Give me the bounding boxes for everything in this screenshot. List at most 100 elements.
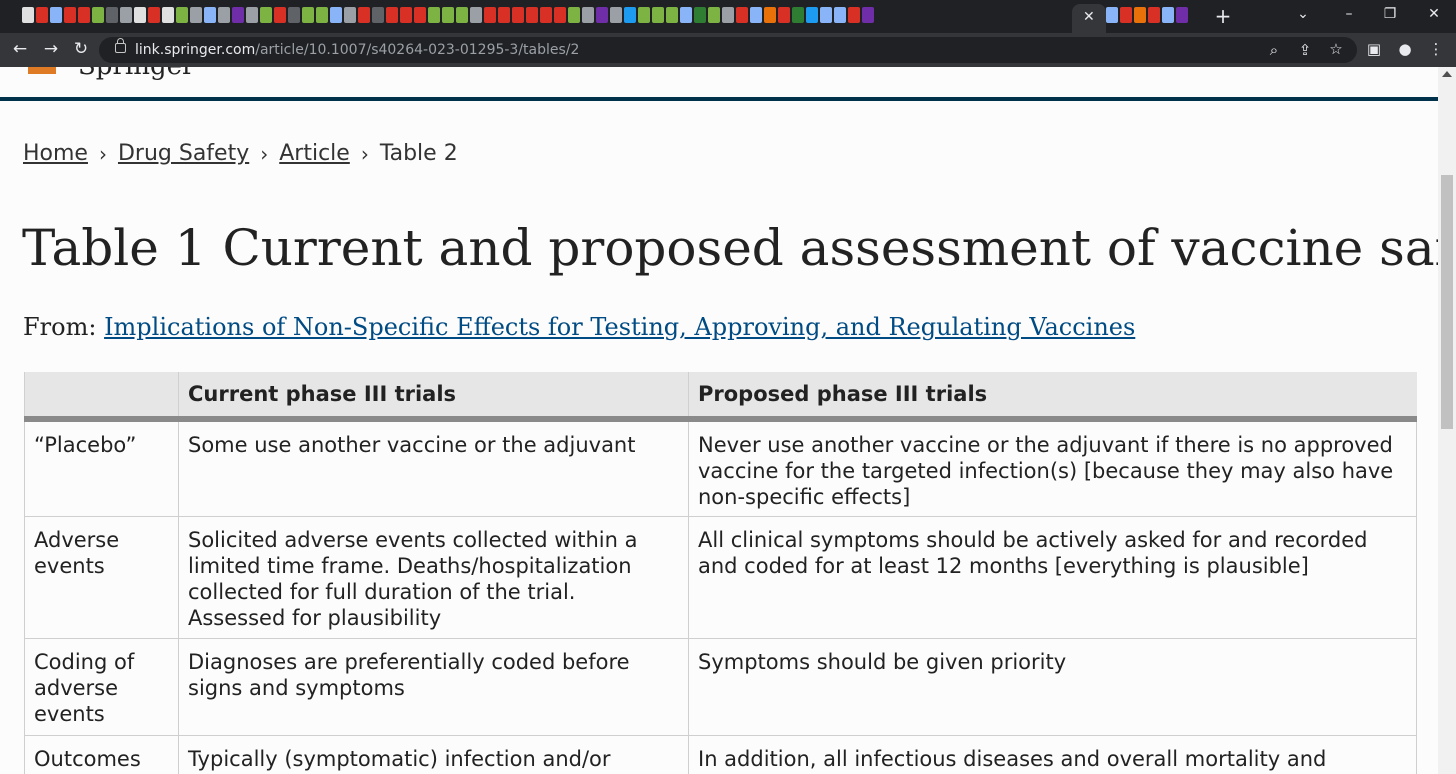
tab-favicon-icon[interactable] (344, 7, 356, 23)
table-cell: Coding of adverse events (24, 638, 179, 736)
tab-favicon-icon[interactable] (36, 7, 48, 23)
tab-favicon-icon[interactable] (260, 7, 272, 23)
tab-favicon-icon[interactable] (1106, 7, 1118, 23)
tab-favicon-icon[interactable] (134, 7, 146, 23)
tab-favicon-icon[interactable] (820, 7, 832, 23)
tab-favicon-icon[interactable] (274, 7, 286, 23)
source-article-link[interactable]: Implications of Non-Specific Effects for… (104, 313, 1135, 341)
tab-favicon-icon[interactable] (568, 7, 580, 23)
tab-favicon-icon[interactable] (22, 7, 34, 23)
tab-favicon-icon[interactable] (764, 7, 776, 23)
forward-icon[interactable]: → (40, 39, 62, 59)
tab-favicon-icon[interactable] (302, 7, 314, 23)
tab-favicon-icon[interactable] (92, 7, 104, 23)
tab-favicon-icon[interactable] (1176, 7, 1188, 23)
tab-favicon-icon[interactable] (50, 7, 62, 23)
tab-favicon-icon[interactable] (526, 7, 538, 23)
tab-favicon-icon[interactable] (750, 7, 762, 23)
profile-avatar-icon[interactable]: ● (1395, 40, 1415, 58)
tab-favicon-icon[interactable] (316, 7, 328, 23)
tab-favicon-icon[interactable] (218, 7, 230, 23)
tab-favicon-icon[interactable] (834, 7, 846, 23)
tab-favicon-icon[interactable] (862, 7, 874, 23)
tab-favicon-icon[interactable] (176, 7, 188, 23)
tab-favicon-icon[interactable] (204, 7, 216, 23)
tab-favicon-icon[interactable] (288, 7, 300, 23)
header-divider (0, 97, 1438, 101)
tab-favicon-icon[interactable] (428, 7, 440, 23)
tab-favicon-icon[interactable] (232, 7, 244, 23)
tab-favicon-icon[interactable] (470, 7, 482, 23)
tab-favicon-icon[interactable] (540, 7, 552, 23)
chevron-right-icon: › (360, 141, 369, 166)
tab-search-icon[interactable]: ⌄ (1283, 6, 1323, 22)
tab-favicon-icon[interactable] (792, 7, 804, 23)
side-panel-icon[interactable]: ▣ (1364, 40, 1384, 58)
tab-favicon-icon[interactable] (1120, 7, 1132, 23)
lock-icon[interactable] (115, 38, 126, 53)
zoom-icon[interactable]: ⌕ (1264, 41, 1284, 59)
back-icon[interactable]: ← (9, 39, 31, 59)
tab-favicon-icon[interactable] (456, 7, 468, 23)
scroll-up-arrow-icon[interactable] (1442, 71, 1452, 77)
tab-favicon-icon[interactable] (806, 7, 818, 23)
tab-favicon-icon[interactable] (386, 7, 398, 23)
tab-favicon-icon[interactable] (736, 7, 748, 23)
tab-favicon-icon[interactable] (414, 7, 426, 23)
table-row: Coding of adverse events Diagnoses are p… (24, 638, 1417, 736)
tab-favicon-icon[interactable] (708, 7, 720, 23)
breadcrumb-article[interactable]: Article (279, 141, 350, 166)
tab-favicon-icon[interactable] (358, 7, 370, 23)
springer-logo-text[interactable]: Springer (78, 67, 194, 81)
table-header-cell: Current phase III trials (178, 372, 689, 422)
tab-favicon-icon[interactable] (162, 7, 174, 23)
tab-favicon-icon[interactable] (638, 7, 650, 23)
scrollbar-thumb[interactable] (1441, 175, 1453, 429)
url-text[interactable]: link.springer.com/article/10.1007/s40264… (135, 42, 579, 58)
tab-favicon-icon[interactable] (582, 7, 594, 23)
tab-favicon-icon[interactable] (372, 7, 384, 23)
breadcrumb-home[interactable]: Home (23, 141, 88, 166)
tab-favicon-icon[interactable] (78, 7, 90, 23)
tab-favicons[interactable] (22, 7, 874, 25)
reload-icon[interactable]: ↻ (70, 39, 92, 59)
tab-favicon-icon[interactable] (624, 7, 636, 23)
vertical-scrollbar[interactable] (1438, 67, 1456, 774)
minimize-button[interactable]: – (1329, 6, 1369, 22)
tab-favicon-icon[interactable] (120, 7, 132, 23)
tab-favicon-icon[interactable] (596, 7, 608, 23)
tab-favicon-icon[interactable] (442, 7, 454, 23)
window-close-button[interactable]: ✕ (1414, 6, 1454, 22)
tab-favicon-icon[interactable] (1148, 7, 1160, 23)
tab-favicons-after[interactable] (1106, 7, 1188, 23)
menu-kebab-icon[interactable]: ⋮ (1426, 40, 1446, 58)
tab-favicon-icon[interactable] (1162, 7, 1174, 23)
tab-favicon-icon[interactable] (190, 7, 202, 23)
address-bar[interactable]: link.springer.com/article/10.1007/s40264… (99, 37, 1357, 63)
tab-favicon-icon[interactable] (666, 7, 678, 23)
tab-favicon-icon[interactable] (694, 7, 706, 23)
tab-favicon-icon[interactable] (680, 7, 692, 23)
tab-favicon-icon[interactable] (400, 7, 412, 23)
tab-favicon-icon[interactable] (778, 7, 790, 23)
tab-favicon-icon[interactable] (106, 7, 118, 23)
tab-favicon-icon[interactable] (148, 7, 160, 23)
breadcrumb-drug-safety[interactable]: Drug Safety (118, 141, 249, 166)
tab-favicon-icon[interactable] (610, 7, 622, 23)
tab-favicon-icon[interactable] (848, 7, 860, 23)
tab-favicon-icon[interactable] (554, 7, 566, 23)
restore-button[interactable]: ❐ (1370, 6, 1410, 22)
tab-favicon-icon[interactable] (246, 7, 258, 23)
tab-favicon-icon[interactable] (512, 7, 524, 23)
tab-favicon-icon[interactable] (722, 7, 734, 23)
new-tab-button[interactable]: + (1213, 4, 1233, 28)
tab-favicon-icon[interactable] (652, 7, 664, 23)
tab-favicon-icon[interactable] (64, 7, 76, 23)
tab-favicon-icon[interactable] (484, 7, 496, 23)
tab-favicon-icon[interactable] (330, 7, 342, 23)
tab-favicon-icon[interactable] (498, 7, 510, 23)
bookmark-star-icon[interactable]: ☆ (1326, 40, 1346, 58)
tab-close-icon[interactable]: ✕ (1083, 9, 1095, 25)
share-icon[interactable]: ⇪ (1295, 41, 1315, 59)
tab-favicon-icon[interactable] (1134, 7, 1146, 23)
